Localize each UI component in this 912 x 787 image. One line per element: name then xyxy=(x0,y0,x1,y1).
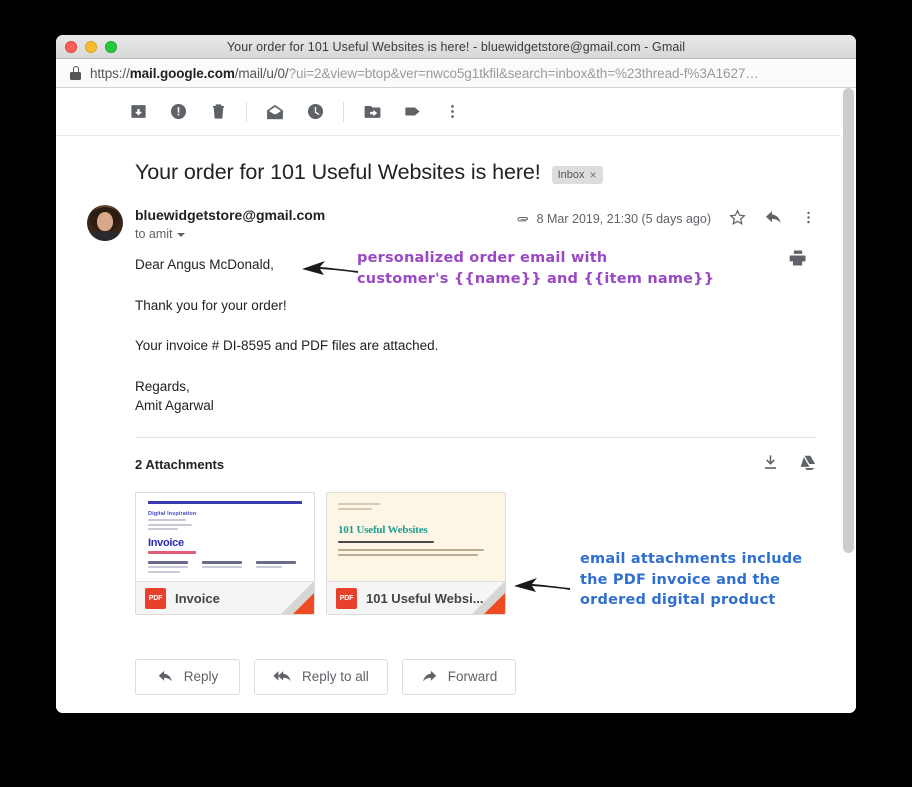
invoice-title: Invoice xyxy=(148,537,184,550)
body-invoice-line: Your invoice # DI-8595 and PDF files are… xyxy=(135,338,439,354)
snooze-icon[interactable] xyxy=(295,92,335,132)
download-icon[interactable] xyxy=(761,453,780,477)
delete-icon[interactable] xyxy=(198,92,238,132)
more-icon[interactable] xyxy=(432,92,472,132)
label-chip-text: Inbox xyxy=(557,168,585,181)
print-icon[interactable] xyxy=(788,248,808,273)
sender-block: bluewidgetstore@gmail.com to amit 8 Mar … xyxy=(56,185,841,241)
body-thanks: Thank you for your order! xyxy=(135,297,287,313)
ebook-title: 101 Useful Websites xyxy=(338,523,428,536)
attachments-header: 2 Attachments xyxy=(56,438,841,477)
annotation-attachments: email attachments include the PDF invoic… xyxy=(580,551,803,609)
labels-icon[interactable] xyxy=(392,92,432,132)
traffic-lights xyxy=(65,41,117,53)
scrollbar-thumb[interactable] xyxy=(843,88,854,553)
subject-row: Your order for 101 Useful Websites is he… xyxy=(56,136,841,185)
pdf-badge: PDF xyxy=(145,587,166,609)
minimize-window-button[interactable] xyxy=(85,41,97,53)
attachment-preview: Digital Inspiration Invoice xyxy=(136,492,314,581)
scrollbar[interactable] xyxy=(841,88,856,713)
reply-all-button-label: Reply to all xyxy=(302,669,369,685)
url-host: mail.google.com xyxy=(129,65,235,81)
url-query: ?ui=2&view=btop&ver=nwco5g1tkfil&search=… xyxy=(288,65,759,81)
page-viewport: Your order for 101 Useful Websites is he… xyxy=(56,88,856,713)
body-signoff: Regards, xyxy=(135,378,190,394)
reply-actions: Reply Reply to all Forward xyxy=(56,615,841,695)
page-title: Your order for 101 Useful Websites is he… xyxy=(135,160,541,184)
reply-all-button[interactable]: Reply to all xyxy=(254,658,388,695)
attachment-card[interactable]: Digital Inspiration Invoice PDF Invoice xyxy=(135,491,315,615)
recipient-row[interactable]: to amit xyxy=(135,227,325,241)
toolbar-divider xyxy=(343,101,344,122)
reply-arrow-icon[interactable] xyxy=(764,208,783,230)
annotation-personalization: personalized order email with customer's… xyxy=(357,250,715,287)
label-chip-inbox[interactable]: Inbox × xyxy=(551,166,603,184)
report-spam-icon[interactable] xyxy=(158,92,198,132)
attachment-name: Invoice xyxy=(175,590,220,606)
window-title: Your order for 101 Useful Websites is he… xyxy=(226,39,686,54)
reply-all-arrow-icon xyxy=(273,671,291,682)
invoice-brand: Digital Inspiration xyxy=(148,510,197,517)
pdf-badge: PDF xyxy=(336,587,357,609)
chevron-down-icon[interactable] xyxy=(176,233,185,237)
paperclip-icon xyxy=(517,216,528,221)
email-meta: 8 Mar 2019, 21:30 (5 days ago) xyxy=(515,207,817,230)
sender-email[interactable]: bluewidgetstore@gmail.com xyxy=(135,207,325,223)
attachment-preview: 101 Useful Websites xyxy=(327,492,505,581)
gmail-toolbar xyxy=(56,88,841,136)
email-date: 8 Mar 2019, 21:30 (5 days ago) xyxy=(515,212,711,227)
email-date-text: 8 Mar 2019, 21:30 (5 days ago) xyxy=(536,212,711,226)
recipient-label: to amit xyxy=(135,227,173,241)
lock-icon xyxy=(70,66,81,80)
close-icon[interactable]: × xyxy=(590,169,597,181)
mark-unread-icon[interactable] xyxy=(255,92,295,132)
attachment-footer: PDF 101 Useful Websi... xyxy=(327,580,505,614)
forward-button[interactable]: Forward xyxy=(401,658,517,695)
address-bar[interactable]: https://mail.google.com/mail/u/0/?ui=2&v… xyxy=(56,59,856,88)
gmail-page: Your order for 101 Useful Websites is he… xyxy=(56,88,841,713)
reply-button-label: Reply xyxy=(183,669,219,685)
forward-arrow-icon xyxy=(422,671,437,682)
attachments-heading: 2 Attachments xyxy=(135,457,225,473)
reply-arrow-icon xyxy=(158,671,172,682)
attachment-card[interactable]: 101 Useful Websites PDF 101 Useful Websi… xyxy=(326,491,506,615)
url-path: /mail/u/0/ xyxy=(234,65,289,81)
body-sender-name: Amit Agarwal xyxy=(135,398,214,414)
annotation-arrow-bottom xyxy=(514,578,570,592)
avatar xyxy=(87,205,123,241)
archive-icon[interactable] xyxy=(118,92,158,132)
browser-window: Your order for 101 Useful Websites is he… xyxy=(56,35,856,713)
toolbar-divider xyxy=(246,101,247,122)
annotation-arrow-top xyxy=(302,261,358,275)
corner-accent xyxy=(292,592,314,614)
reply-button[interactable]: Reply xyxy=(135,658,240,695)
forward-button-label: Forward xyxy=(447,669,498,685)
close-window-button[interactable] xyxy=(65,41,77,53)
url-scheme: https:// xyxy=(90,65,130,81)
more-vertical-icon[interactable] xyxy=(800,209,817,229)
url-text: https://mail.google.com/mail/u/0/?ui=2&v… xyxy=(90,66,759,81)
window-titlebar: Your order for 101 Useful Websites is he… xyxy=(56,35,856,59)
attachment-name: 101 Useful Websi... xyxy=(366,590,484,606)
google-drive-icon[interactable] xyxy=(798,453,817,477)
star-icon[interactable] xyxy=(728,208,747,230)
corner-accent xyxy=(483,592,505,614)
attachment-footer: PDF Invoice xyxy=(136,580,314,614)
zoom-window-button[interactable] xyxy=(105,41,117,53)
move-to-icon[interactable] xyxy=(352,92,392,132)
